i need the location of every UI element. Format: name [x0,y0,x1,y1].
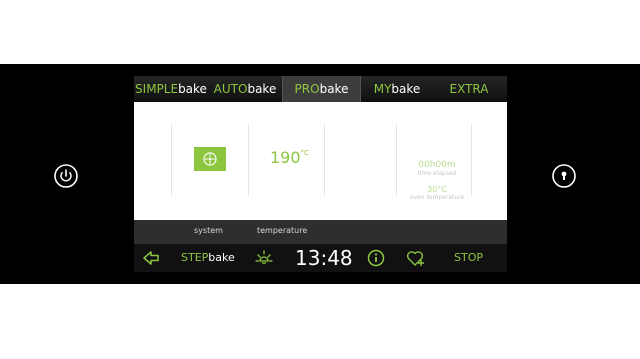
temperature-setting[interactable]: 190°C [270,148,309,167]
tab-extra[interactable]: EXTRA [433,76,505,102]
tab-suffix: bake [178,82,207,96]
tab-suffix: bake [319,82,349,96]
temperature-label: temperature [257,226,308,235]
clock-display: 13:48 [295,246,353,270]
tab-prefix: PRO [294,82,320,96]
tab-prefix: EXTRA [449,82,489,96]
program-panel: 190°C 00h00m time elapsed 30°C oven temp… [134,102,507,220]
tab-simplebake[interactable]: SIMPLEbake [134,76,208,102]
tab-prefix: AUTO [213,82,248,96]
timer-value: 00h00m [418,160,456,170]
timer-label: time elapsed [417,170,457,177]
fan-icon[interactable] [194,147,226,171]
system-label: system [194,226,223,235]
stepbake-suffix: bake [208,251,235,264]
divider [396,124,397,196]
tab-suffix: bake [247,82,277,96]
temperature-value: 190 [270,148,301,167]
divider [324,124,325,196]
touch-screen: SIMPLEbake AUTObake PRObake MYbake EXTRA… [134,76,507,272]
tab-probake[interactable]: PRObake [282,76,361,102]
favorite-add-icon[interactable] [406,249,426,271]
tab-mybake[interactable]: MYbake [361,76,433,102]
info-icon[interactable] [367,249,385,271]
tab-autobake[interactable]: AUTObake [208,76,282,102]
mode-tabs: SIMPLEbake AUTObake PRObake MYbake EXTRA [134,76,507,102]
tab-prefix: MY [373,82,392,96]
oven-temperature-label: oven temperature [409,194,465,201]
power-icon[interactable] [53,163,79,189]
stop-button[interactable]: STOP [454,251,483,264]
back-arrow-icon[interactable] [142,249,160,271]
bottom-bar: STEPbake 13:48 STOP [134,244,507,272]
temperature-unit: °C [300,149,309,157]
stepbake-button[interactable]: STEPbake [181,251,235,264]
timer-readout: 00h00m time elapsed 30°C oven temperatur… [402,160,472,209]
stepbake-prefix: STEP [181,251,209,264]
column-labels: system temperature [134,220,507,244]
divider [248,124,249,196]
oven-temperature-value: 30°C [427,185,447,194]
divider [171,124,172,196]
tab-prefix: SIMPLE [135,82,179,96]
light-icon[interactable] [255,249,273,271]
key-icon[interactable] [551,163,577,189]
tab-suffix: bake [391,82,421,96]
